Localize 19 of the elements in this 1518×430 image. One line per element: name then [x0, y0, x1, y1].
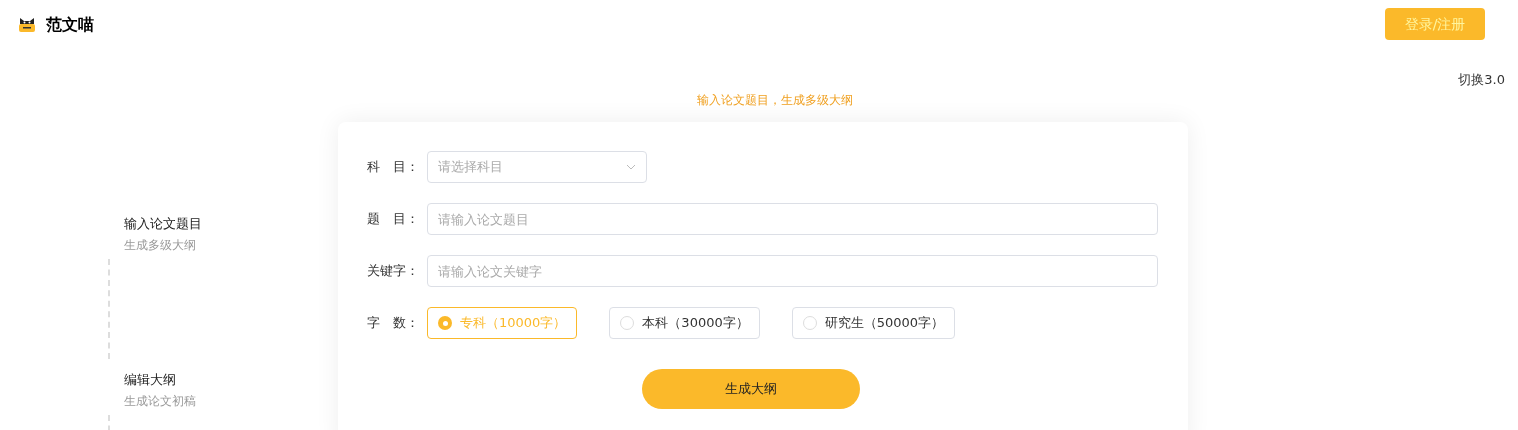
step-subtitle: 生成论文初稿: [123, 393, 197, 409]
field-label: 关键字：: [367, 262, 420, 281]
field-label: 科 目：: [367, 158, 420, 177]
brand-name: 范文喵: [46, 14, 94, 36]
cat-logo-icon: [18, 17, 36, 33]
step-subtitle: 生成多级大纲: [123, 237, 197, 253]
chevron-down-icon: [626, 164, 636, 170]
step-title: 输入论文题目: [123, 215, 203, 233]
field-label: 字 数：: [367, 314, 420, 333]
generate-outline-button[interactable]: 生成大纲: [641, 369, 860, 409]
hint-text: 输入论文题目，生成多级大纲: [696, 92, 854, 109]
word-count-option[interactable]: 本科（30000字）: [609, 307, 760, 339]
version-switch-link[interactable]: 切换3.0: [1458, 70, 1505, 90]
text-field[interactable]: 请输入论文题目: [427, 203, 1158, 235]
radio-icon: [438, 316, 452, 330]
step-title: 编辑大纲: [123, 371, 177, 389]
text-field[interactable]: 请输入论文关键字: [427, 255, 1158, 287]
word-count-option[interactable]: 研究生（50000字）: [791, 307, 956, 339]
field-label: 题 目：: [367, 210, 420, 229]
